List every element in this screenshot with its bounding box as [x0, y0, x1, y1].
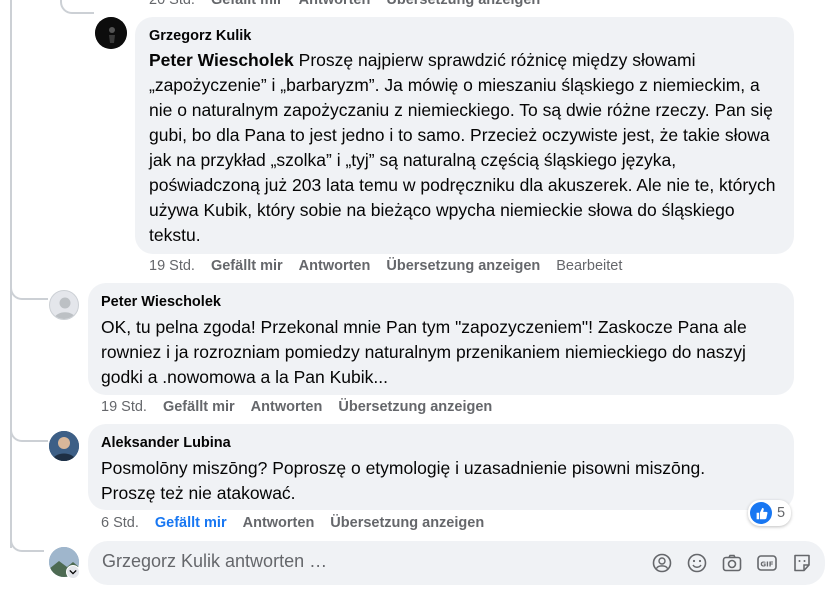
- avatar[interactable]: [49, 290, 79, 320]
- avatar[interactable]: [95, 17, 127, 49]
- timestamp[interactable]: 6 Std.: [101, 515, 139, 531]
- reaction-summary[interactable]: 5: [748, 500, 792, 526]
- translate-button[interactable]: Übersetzung anzeigen: [330, 515, 484, 531]
- thread-curve: [60, 0, 94, 14]
- avatar-dropdown-icon[interactable]: [66, 565, 80, 579]
- svg-text:GIF: GIF: [760, 560, 773, 568]
- thread-curve: [10, 412, 48, 442]
- reply-input[interactable]: Grzegorz Kulik antworten …: [102, 551, 327, 572]
- comment-bubble: Aleksander Lubina Posmolōny miszōng? Pop…: [88, 424, 794, 510]
- comment-author[interactable]: Aleksander Lubina: [101, 434, 781, 452]
- comment-bubble: Peter Wiescholek OK, tu pelna zgoda! Prz…: [88, 283, 794, 395]
- sticker-icon[interactable]: [790, 551, 813, 574]
- reply-button[interactable]: Antworten: [243, 515, 315, 531]
- avatar-image: [95, 17, 127, 49]
- timestamp[interactable]: 19 Std.: [101, 399, 147, 415]
- reply-button[interactable]: Antworten: [299, 0, 371, 8]
- like-button[interactable]: Gefällt mir: [155, 515, 227, 531]
- translate-button[interactable]: Übersetzung anzeigen: [386, 0, 540, 8]
- reaction-count: 5: [777, 505, 786, 521]
- like-button[interactable]: Gefällt mir: [211, 0, 283, 8]
- composer-tools: GIF: [650, 551, 813, 574]
- sticker-avatar-icon[interactable]: [650, 551, 673, 574]
- comment-actions: 6 Std. Gefällt mir Antworten Übersetzung…: [101, 515, 500, 531]
- comment-author[interactable]: Peter Wiescholek: [101, 293, 781, 311]
- emoji-icon[interactable]: [685, 551, 708, 574]
- edited-label: Bearbeitet: [556, 258, 623, 274]
- thread-curve: [10, 520, 44, 552]
- comment-bubble: Grzegorz Kulik Peter Wiescholek Proszę n…: [135, 17, 794, 254]
- mention-link[interactable]: Peter Wiescholek: [149, 50, 294, 70]
- like-button[interactable]: Gefällt mir: [163, 399, 235, 415]
- reply-composer[interactable]: Grzegorz Kulik antworten … GIF: [88, 541, 825, 585]
- like-reaction-icon: [750, 502, 772, 524]
- comment-body: Posmolōny miszōng? Poproszę o etymologię…: [101, 458, 706, 503]
- comment-actions: 19 Std. Gefällt mir Antworten Übersetzun…: [101, 399, 508, 415]
- comment-actions: 19 Std. Gefällt mir Antworten Übersetzun…: [149, 258, 638, 274]
- comment-body: OK, tu pelna zgoda! Przekonal mnie Pan t…: [101, 317, 747, 387]
- default-avatar-icon: [54, 297, 76, 319]
- avatar[interactable]: [49, 431, 79, 461]
- translate-button[interactable]: Übersetzung anzeigen: [386, 258, 540, 274]
- reply-button[interactable]: Antworten: [299, 258, 371, 274]
- comment-author[interactable]: Grzegorz Kulik: [149, 27, 780, 45]
- avatar-image: [49, 431, 79, 461]
- timestamp[interactable]: 20 Std.: [149, 0, 195, 8]
- comment-text: Peter Wiescholek Proszę najpierw sprawdz…: [149, 48, 780, 248]
- timestamp[interactable]: 19 Std.: [149, 258, 195, 274]
- reply-button[interactable]: Antworten: [251, 399, 323, 415]
- comment-body: Proszę najpierw sprawdzić różnicę między…: [149, 50, 776, 245]
- thread-curve: [10, 270, 48, 300]
- camera-icon[interactable]: [720, 551, 743, 574]
- like-button[interactable]: Gefällt mir: [211, 258, 283, 274]
- comment-actions-partial: 20 Std. Gefällt mir Antworten Übersetzun…: [149, 0, 556, 8]
- translate-button[interactable]: Übersetzung anzeigen: [338, 399, 492, 415]
- gif-icon[interactable]: GIF: [755, 551, 778, 574]
